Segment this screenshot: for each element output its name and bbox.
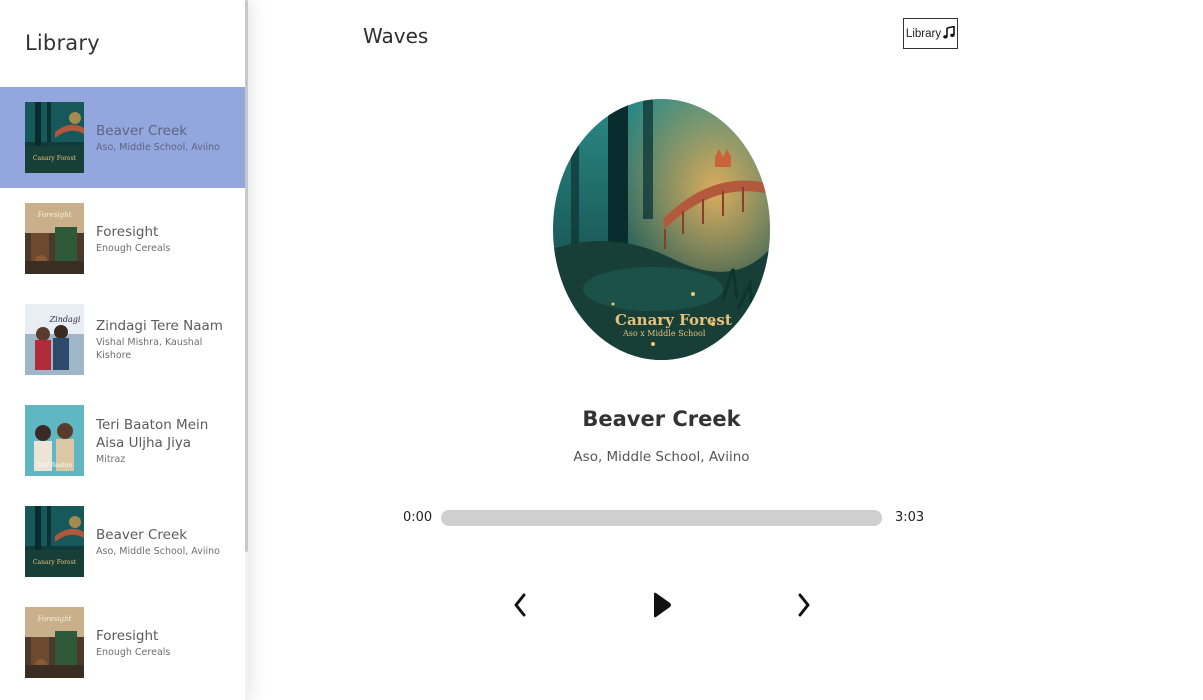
svg-text:Canary Forest: Canary Forest	[33, 155, 77, 162]
library-sidebar: Library Canary Forest Beaver Creek Aso, …	[0, 0, 248, 700]
song-name: Beaver Creek	[96, 526, 188, 543]
album-cover: Canary Forest	[25, 506, 84, 577]
song-name: Zindagi Tere Naam	[96, 318, 223, 334]
song-name: Teri Baaton Mein Aisa Uljha Jiya	[96, 416, 209, 451]
svg-text:Teri Baaton: Teri Baaton	[37, 462, 72, 469]
sidebar-title: Library	[25, 31, 100, 55]
sidebar-scrollbar-thumb[interactable]	[245, 0, 248, 552]
song-artist: Aso, Middle School, Aviino	[96, 141, 220, 153]
song-artist: Aso, Middle School, Aviino	[96, 545, 220, 557]
album-cover: Teri Baaton	[25, 405, 84, 476]
song-item-foresight[interactable]: Foresight Foresight Enough Cereals	[0, 592, 247, 693]
song-item-teri-baaton[interactable]: Teri Baaton Teri Baaton Mein Aisa Uljha …	[0, 390, 247, 491]
song-item-beaver-creek[interactable]: Canary Forest Beaver Creek Aso, Middle S…	[0, 87, 247, 188]
svg-text:Aso x Middle School: Aso x Middle School	[622, 329, 706, 338]
song-name: Beaver Creek	[96, 122, 188, 139]
album-cover: Foresight	[25, 607, 84, 678]
song-list: Canary Forest Beaver Creek Aso, Middle S…	[0, 87, 247, 693]
song-item-zindagi-tere-naam[interactable]: Zindagi Zindagi Tere Naam Vishal Mishra,…	[0, 289, 247, 390]
progress-slider[interactable]	[441, 510, 882, 526]
play-button[interactable]	[647, 589, 675, 621]
album-cover: Zindagi	[25, 304, 84, 375]
track-duration: 3:03	[895, 510, 925, 525]
previous-button[interactable]	[510, 591, 530, 619]
song-item-foresight[interactable]: Foresight Foresight Enough Cereals	[0, 188, 247, 289]
song-artist: Vishal Mishra, Kaushal Kishore	[96, 337, 203, 361]
library-button-label: Library	[905, 27, 942, 40]
album-cover: Foresight	[25, 203, 84, 274]
svg-text:Zindagi: Zindagi	[49, 315, 81, 324]
svg-text:Canary Forest: Canary Forest	[33, 559, 77, 566]
next-button[interactable]	[794, 591, 814, 619]
svg-text:Foresight: Foresight	[37, 211, 72, 219]
song-item-beaver-creek[interactable]: Canary Forest Beaver Creek Aso, Middle S…	[0, 491, 247, 592]
album-art: Canary Forest Aso x Middle School	[553, 99, 770, 360]
library-toggle-button[interactable]: Library	[903, 18, 958, 49]
play-icon	[650, 591, 672, 619]
album-cover: Canary Forest	[25, 102, 84, 173]
chevron-left-icon	[513, 593, 527, 617]
song-artist: Enough Cereals	[96, 646, 171, 658]
song-name: Foresight	[96, 223, 159, 240]
song-name: Foresight	[96, 627, 159, 644]
music-note-icon	[943, 25, 955, 42]
song-artist: Mitraz	[96, 453, 126, 465]
chevron-right-icon	[797, 593, 811, 617]
svg-text:Canary Forest: Canary Forest	[615, 311, 732, 329]
current-time: 0:00	[403, 510, 433, 525]
song-artist: Enough Cereals	[96, 242, 171, 254]
svg-text:Foresight: Foresight	[37, 615, 72, 623]
brand-title: Waves	[363, 24, 429, 48]
